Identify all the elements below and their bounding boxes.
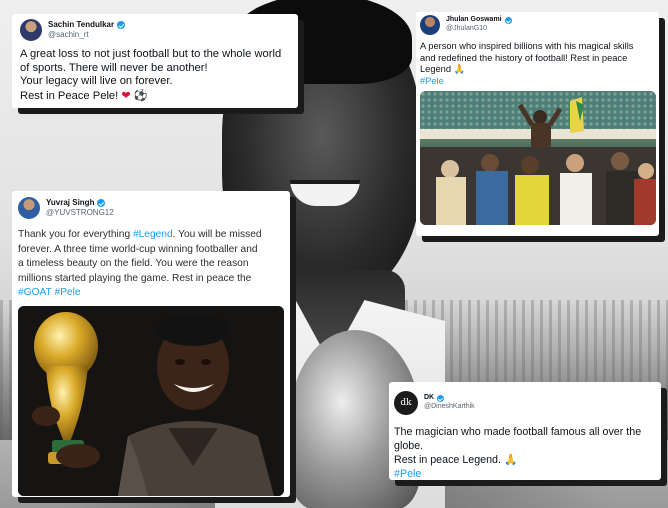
author-name[interactable]: DK (424, 394, 434, 403)
tweet-text: The magician who made football famous al… (394, 426, 656, 481)
tweet-card-yuvraj[interactable]: Yuvraj Singh @YUVSTRONG12 Thank you for … (12, 191, 290, 497)
tweet-header: Jhulan Goswami @JhulanG10 (420, 15, 655, 35)
tweet-text: Thank you for everything #Legend. You wi… (18, 228, 284, 301)
tweet-header: Yuvraj Singh @YUVSTRONG12 (18, 197, 284, 219)
verified-badge-icon (504, 17, 512, 25)
tweet-text: A great loss to not just football but to… (20, 48, 290, 103)
verified-badge-icon (97, 199, 106, 207)
hashtag-line: #GOAT #Pele (18, 286, 284, 301)
tweet-line: of sports. There will never be another! (20, 61, 208, 74)
tweet-line: a timeless beauty on the field. You were… (18, 258, 249, 270)
avatar[interactable] (18, 197, 40, 219)
tweet-line-last: Rest in Peace Pele! ❤ ⚽ (20, 89, 290, 104)
tweet-line: forever. A three time world-cup winning … (18, 243, 258, 255)
tweet-line: Your legacy will live on forever. (20, 75, 173, 88)
author-handle[interactable]: @sachin_rt (48, 30, 125, 40)
folded-hands-emoji-icon: 🙏 (503, 453, 518, 467)
hashtag-link[interactable]: #Legend (133, 229, 173, 240)
avatar[interactable] (420, 15, 440, 35)
hashtag-link[interactable]: #Pele (54, 287, 80, 298)
tweet-card-sachin[interactable]: Sachin Tendulkar @sachin_rt A great loss… (12, 14, 298, 108)
tweet-line: millions started playing the game. Rest … (18, 272, 252, 284)
tweet-line: The magician who made football famous al… (394, 426, 642, 438)
tweet-line: and redefined the history of football! R… (420, 52, 628, 63)
celebration-photo-illustration (420, 91, 656, 226)
football-emoji-icon: ⚽ (133, 88, 148, 102)
tweet-photo[interactable] (420, 91, 656, 226)
tweet-line: Rest in peace Legend. (394, 454, 504, 467)
tweet-card-jhulan[interactable]: Jhulan Goswami @JhulanG10 A person who i… (416, 12, 659, 236)
tweet-line: . You will be missed (172, 229, 262, 240)
author-name[interactable]: Sachin Tendulkar (48, 20, 114, 30)
tweet-line-first: Thank you for everything #Legend. You wi… (18, 228, 284, 243)
heart-emoji-icon: ❤ (121, 88, 131, 102)
verified-badge-icon (437, 395, 445, 403)
trophy-photo-illustration (18, 305, 284, 496)
tweet-line: Legend (420, 64, 454, 75)
tweet-header: Sachin Tendulkar @sachin_rt (20, 19, 290, 41)
tweet-line: A great loss to not just football but to… (20, 48, 282, 60)
tweet-card-dk[interactable]: dk DK @DineshKarthik The magician who ma… (389, 382, 661, 480)
tweet-text: A person who inspired billions with his … (420, 41, 655, 87)
verified-badge-icon (117, 21, 126, 29)
hashtag-link[interactable]: #GOAT (18, 287, 52, 298)
tweet-line: Rest in Peace Pele! (20, 89, 122, 102)
tweet-line-last: Legend 🙏 (420, 64, 655, 76)
author-name[interactable]: Jhulan Goswami (446, 16, 502, 25)
tweet-photo[interactable] (18, 305, 284, 496)
tweet-line: A person who inspired billions with his … (420, 41, 634, 51)
tweet-line: Thank you for everything (18, 229, 133, 240)
hashtag-link[interactable]: #Pele (394, 468, 656, 482)
tweet-line-last: Rest in peace Legend. 🙏 (394, 453, 656, 468)
author-handle[interactable]: @YUVSTRONG12 (46, 208, 114, 218)
avatar[interactable]: dk (394, 391, 418, 415)
tweet-line: globe. (394, 439, 424, 452)
hashtag-link[interactable]: #Pele (420, 76, 655, 88)
author-handle[interactable]: @JhulanG10 (446, 25, 512, 34)
author-name[interactable]: Yuvraj Singh (46, 198, 94, 208)
folded-hands-emoji-icon: 🙏 (453, 64, 466, 76)
author-handle[interactable]: @DineshKarthik (424, 403, 475, 412)
tweet-header: dk DK @DineshKarthik (394, 391, 656, 415)
avatar[interactable] (20, 19, 42, 41)
